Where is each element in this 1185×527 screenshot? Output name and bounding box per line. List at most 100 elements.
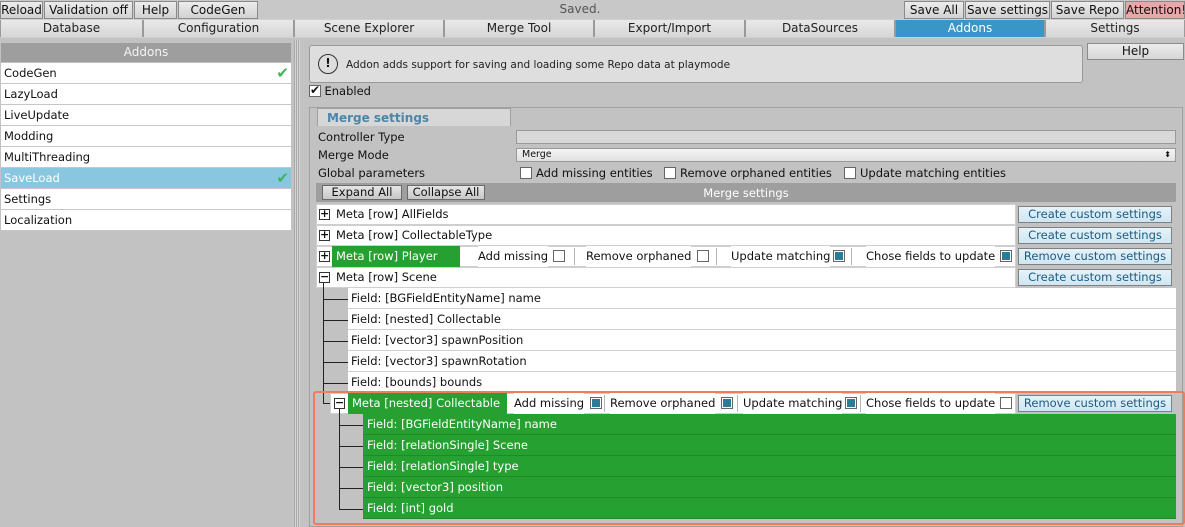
meta-label: Meta [row] Scene: [336, 270, 437, 284]
chose-fields-label: Chose fields to update: [866, 396, 996, 410]
chose-fields-checkbox[interactable]: [1000, 397, 1012, 409]
sidebar-item-settings[interactable]: Settings: [1, 189, 291, 210]
update-matching-entities-label: Update matching entities: [860, 166, 1006, 180]
chose-fields-checkbox[interactable]: [1000, 250, 1012, 262]
meta-row-allfields: + Meta [row] AllFields: [316, 204, 1016, 225]
divider: [604, 395, 605, 412]
reload-button[interactable]: Reload: [0, 1, 43, 19]
attention-button[interactable]: Attention!: [1125, 1, 1185, 19]
nested-field-row: Field: [int] gold: [363, 498, 1176, 519]
merge-mode-value: Merge: [522, 149, 552, 160]
meta-label: Meta [row] Player: [332, 246, 460, 267]
global-parameters-label: Global parameters: [318, 166, 426, 180]
meta-label: Meta [row] CollectableType: [336, 228, 493, 242]
tab-addons[interactable]: Addons: [895, 20, 1045, 37]
tab-scene-explorer[interactable]: Scene Explorer: [294, 20, 444, 37]
collectable-update-matching-toggle[interactable]: Update matching: [743, 393, 857, 414]
meta-label: Meta [nested] Collectable: [348, 393, 507, 414]
tab-merge-tool[interactable]: Merge Tool: [444, 20, 594, 37]
merge-table-header: Merge settings Expand All Collapse All: [316, 183, 1176, 202]
tab-export-import[interactable]: Export/Import: [594, 20, 745, 37]
sidebar-item-lazyload[interactable]: LazyLoad: [1, 84, 291, 105]
update-matching-entities-checkbox[interactable]: [844, 166, 856, 179]
sidebar-item-label: Settings: [4, 192, 52, 206]
create-custom-settings-button[interactable]: Create custom settings: [1018, 269, 1172, 286]
sidebar-item-saveload[interactable]: SaveLoad ✔: [1, 168, 291, 189]
sidebar-item-codegen[interactable]: CodeGen ✔: [1, 63, 291, 84]
save-settings-button[interactable]: Save settings: [965, 1, 1050, 19]
sidebar-item-liveupdate[interactable]: LiveUpdate: [1, 105, 291, 126]
remove-custom-settings-button[interactable]: Remove custom settings: [1018, 395, 1172, 412]
remove-custom-settings-button[interactable]: Remove custom settings: [1018, 248, 1172, 265]
collectable-remove-orphaned-toggle[interactable]: Remove orphaned: [610, 393, 733, 414]
save-all-button[interactable]: Save All: [904, 1, 964, 19]
info-box: ! Addon adds support for saving and load…: [309, 45, 1083, 83]
codegen-button[interactable]: CodeGen: [178, 1, 258, 19]
tab-configuration[interactable]: Configuration: [143, 20, 294, 37]
sidebar-item-modding[interactable]: Modding: [1, 126, 291, 147]
save-repo-button[interactable]: Save Repo: [1051, 1, 1124, 19]
merge-mode-select[interactable]: Merge ⬍: [516, 148, 1176, 162]
collapse-all-button[interactable]: Collapse All: [407, 185, 485, 200]
save-status-text: Saved.: [559, 2, 601, 16]
collapse-icon[interactable]: −: [334, 397, 345, 409]
create-custom-settings-button[interactable]: Create custom settings: [1018, 206, 1172, 223]
controller-type-field[interactable]: [516, 130, 1176, 144]
remove-orphaned-label: Remove orphaned: [586, 249, 692, 263]
tab-settings[interactable]: Settings: [1045, 20, 1185, 37]
create-custom-settings-button[interactable]: Create custom settings: [1018, 227, 1172, 244]
update-matching-checkbox[interactable]: [845, 397, 857, 409]
sidebar-item-label: SaveLoad: [4, 171, 60, 185]
help-button[interactable]: Help: [1087, 43, 1184, 60]
sidebar-header: Addons: [1, 43, 291, 62]
expand-icon[interactable]: +: [319, 250, 330, 262]
help-button[interactable]: Help: [134, 1, 177, 19]
sidebar-item-localization[interactable]: Localization: [1, 210, 291, 231]
player-add-missing-toggle[interactable]: Add missing: [478, 246, 565, 267]
checkmark-icon: ✔: [276, 64, 289, 82]
remove-orphaned-checkbox[interactable]: [721, 397, 733, 409]
meta-row-collectabletype: + Meta [row] CollectableType: [316, 225, 1016, 246]
add-missing-entities-toggle[interactable]: Add missing entities: [520, 166, 653, 180]
merge-settings-tab[interactable]: Merge settings: [317, 108, 511, 126]
update-matching-checkbox[interactable]: [833, 250, 845, 262]
tab-datasources[interactable]: DataSources: [745, 20, 895, 37]
merge-mode-label: Merge Mode: [318, 148, 389, 162]
sidebar-item-multithreading[interactable]: MultiThreading: [1, 147, 291, 168]
tab-database[interactable]: Database: [0, 20, 143, 37]
expand-icon[interactable]: +: [319, 229, 330, 241]
add-missing-entities-checkbox[interactable]: [520, 166, 532, 179]
main-tabs: Database Configuration Scene Explorer Me…: [0, 19, 1185, 38]
tree-line: [323, 320, 348, 321]
remove-orphaned-entities-toggle[interactable]: Remove orphaned entities: [664, 166, 832, 180]
meta-label: Meta [row] AllFields: [336, 207, 449, 221]
add-missing-checkbox[interactable]: [590, 397, 602, 409]
panel-splitter[interactable]: [294, 40, 300, 527]
divider: [716, 248, 717, 265]
add-missing-checkbox[interactable]: [553, 250, 565, 262]
enabled-checkbox[interactable]: [309, 83, 321, 97]
remove-orphaned-entities-checkbox[interactable]: [664, 166, 676, 179]
enabled-toggle[interactable]: Enabled: [309, 83, 371, 99]
player-remove-orphaned-toggle[interactable]: Remove orphaned: [586, 246, 709, 267]
tree-line: [323, 341, 348, 342]
tree-line: [323, 383, 348, 384]
update-matching-label: Update matching: [743, 396, 843, 410]
player-update-matching-toggle[interactable]: Update matching: [731, 246, 845, 267]
tree-line: [339, 488, 363, 489]
nested-field-row: Field: [vector3] position: [363, 477, 1176, 498]
remove-orphaned-checkbox[interactable]: [697, 250, 709, 262]
collectable-add-missing-toggle[interactable]: Add missing: [514, 393, 602, 414]
player-chose-fields-toggle[interactable]: Chose fields to update: [866, 246, 1012, 267]
checkmark-icon: ✔: [276, 169, 289, 187]
tree-line: [339, 467, 363, 468]
expand-icon[interactable]: +: [319, 208, 330, 220]
tree-line: [323, 299, 348, 300]
validation-button[interactable]: Validation off: [44, 1, 133, 19]
update-matching-entities-toggle[interactable]: Update matching entities: [844, 166, 1006, 180]
collectable-chose-fields-toggle[interactable]: Chose fields to update: [866, 393, 1012, 414]
field-row: Field: [nested] Collectable: [348, 309, 1176, 330]
collapse-icon[interactable]: −: [319, 271, 330, 283]
nested-field-row: Field: [relationSingle] Scene: [363, 435, 1176, 456]
expand-all-button[interactable]: Expand All: [322, 185, 402, 200]
